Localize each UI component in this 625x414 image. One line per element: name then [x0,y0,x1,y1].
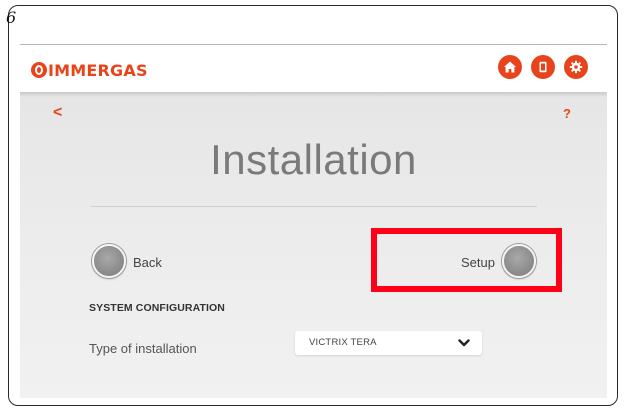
title-divider [90,206,537,207]
installation-type-label: Type of installation [89,341,197,356]
setup-highlight-box [371,228,562,292]
booklet-button[interactable] [531,55,555,79]
installation-type-value: VICTRIX TERA [309,337,377,348]
header-shadow [20,92,607,97]
gear-icon [569,60,583,74]
installation-type-select[interactable]: VICTRIX TERA [295,331,482,355]
home-icon [504,61,516,73]
back-button-label: Back [133,255,162,270]
settings-button[interactable] [564,55,588,79]
brand-name: IMMERGAS [48,60,148,80]
help-icon[interactable]: ? [563,106,571,121]
booklet-icon [539,61,547,73]
device-screen: IMMERGAS < ? Installation Back Setup SYS… [20,46,607,398]
step-number: 6 [6,8,17,27]
brand-logo-icon [31,62,47,78]
top-divider [20,44,607,45]
page-title: Installation [210,136,417,183]
back-button[interactable] [92,244,126,278]
chevron-down-icon [458,339,470,347]
back-arrow-icon[interactable]: < [53,104,62,122]
app-header: IMMERGAS [20,46,607,92]
home-button[interactable] [498,55,522,79]
brand-logo: IMMERGAS [31,60,148,80]
section-title: SYSTEM CONFIGURATION [89,302,225,314]
